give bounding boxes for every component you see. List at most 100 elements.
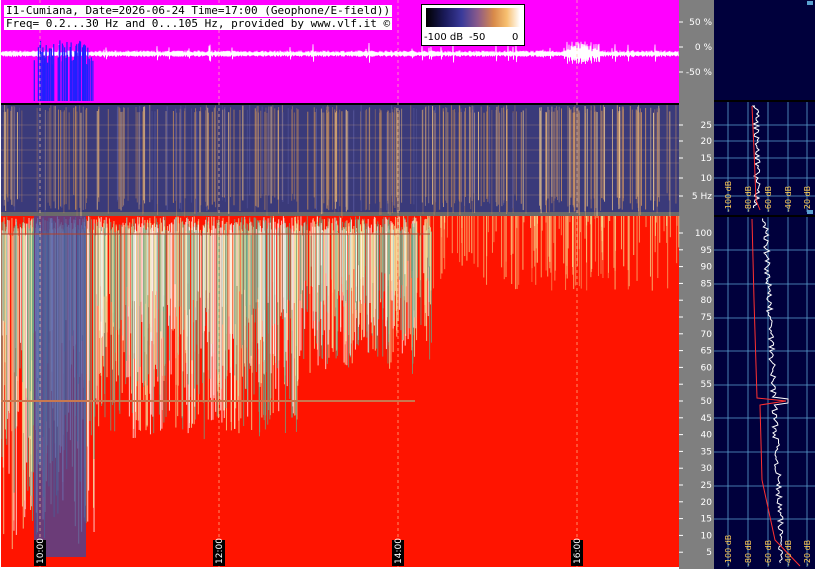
high-band-y-tick-label: 100 bbox=[695, 229, 712, 239]
high-band-texture bbox=[200, 235, 202, 349]
waveform-y-tick-label: 0 % bbox=[695, 43, 713, 53]
high-band-texture bbox=[325, 229, 327, 370]
high-band-texture bbox=[261, 228, 263, 337]
low-band-texture bbox=[85, 107, 87, 203]
high-band-texture bbox=[139, 232, 141, 367]
high-band-texture bbox=[230, 223, 232, 402]
low-band-texture bbox=[391, 112, 393, 214]
high-band-texture bbox=[654, 216, 656, 236]
low-band-texture bbox=[512, 112, 514, 209]
low-band-texture bbox=[640, 112, 642, 206]
waveform-burst bbox=[46, 62, 49, 101]
colorbar-tick: -100 dB bbox=[424, 32, 464, 43]
high-band-texture bbox=[371, 233, 373, 334]
high-band-texture bbox=[579, 216, 581, 233]
high-band-texture bbox=[213, 226, 215, 399]
low-band-texture bbox=[401, 108, 403, 203]
high-band-texture bbox=[162, 216, 164, 307]
high-band-y-tick-label: 30 bbox=[701, 464, 713, 474]
low-band-texture bbox=[654, 109, 656, 201]
high-band-texture bbox=[6, 216, 8, 445]
low-band-texture bbox=[54, 105, 56, 209]
high-band-texture bbox=[135, 229, 137, 412]
low-band-texture bbox=[458, 105, 460, 201]
high-band-texture bbox=[196, 224, 198, 345]
time-label: 10:00 bbox=[36, 538, 46, 564]
high-band-texture bbox=[666, 216, 668, 243]
high-band-y-tick-label: 15 bbox=[701, 515, 712, 525]
low-band-texture bbox=[560, 108, 562, 202]
low-band-texture bbox=[586, 108, 588, 207]
low-band-texture bbox=[570, 109, 572, 198]
waveform-burst bbox=[88, 58, 90, 101]
low-band-texture bbox=[154, 111, 156, 212]
high-band-texture bbox=[306, 230, 308, 287]
low-band-texture bbox=[233, 109, 235, 206]
high-band-texture bbox=[335, 217, 337, 311]
high-band-texture bbox=[590, 216, 592, 278]
colorbar-tick: -50 bbox=[469, 32, 486, 43]
high-band-texture bbox=[516, 216, 518, 229]
high-band-y-tick-label: 70 bbox=[701, 330, 713, 340]
low-band-texture bbox=[547, 106, 549, 199]
low-band-texture bbox=[489, 106, 491, 204]
high-band-texture bbox=[396, 230, 398, 331]
low-band-texture bbox=[398, 110, 400, 212]
low-band-texture bbox=[49, 107, 51, 206]
low-band-texture bbox=[214, 108, 216, 202]
high-band-texture bbox=[105, 235, 107, 323]
low-band-y-tick-label: 25 bbox=[701, 121, 712, 131]
high-band-texture bbox=[345, 230, 347, 281]
high-band-texture bbox=[282, 216, 284, 310]
colorbar-tick: 0 bbox=[512, 32, 519, 43]
low-band-texture bbox=[61, 111, 63, 208]
high-band-texture bbox=[263, 217, 265, 374]
low-band-texture bbox=[291, 109, 293, 201]
high-band-texture bbox=[440, 216, 442, 228]
high-band-texture bbox=[132, 233, 134, 438]
frequency-info: Freq= 0.2...30 Hz and 0...105 Hz, provid… bbox=[4, 17, 393, 30]
high-band-texture bbox=[185, 230, 187, 363]
high-band-low-noise-region bbox=[34, 216, 86, 557]
low-band-texture bbox=[58, 109, 60, 210]
high-band-texture bbox=[179, 223, 181, 307]
waveform-burst bbox=[53, 44, 55, 101]
high-band-texture bbox=[125, 226, 127, 385]
high-band-texture bbox=[129, 222, 131, 377]
corner-marker bbox=[807, 210, 813, 214]
high-band-texture bbox=[545, 216, 547, 271]
low-band-texture bbox=[497, 105, 499, 205]
high-band-texture bbox=[280, 225, 282, 317]
high-band-texture bbox=[584, 216, 586, 239]
waveform-burst bbox=[72, 59, 74, 101]
low-band-texture bbox=[205, 105, 207, 207]
spectrogram-figure: 50 % 0 % -50 % 25 20 15 10 5 Hz 10:00 12:00 14:00 1… bbox=[0, 0, 815, 569]
low-band-texture bbox=[413, 108, 415, 205]
low-band-texture bbox=[122, 111, 124, 207]
low-band-texture bbox=[491, 109, 493, 215]
low-band-texture bbox=[622, 108, 624, 199]
low-band-texture bbox=[60, 110, 62, 207]
low-band-texture bbox=[379, 108, 381, 216]
low-band-texture bbox=[123, 107, 125, 199]
high-band-texture bbox=[414, 223, 416, 318]
high-band-texture bbox=[578, 216, 580, 287]
high-band-texture bbox=[603, 216, 605, 228]
high-band-spectrum-db-label: -80 dB bbox=[744, 540, 753, 566]
high-band-texture bbox=[236, 222, 238, 286]
waveform-burst bbox=[70, 42, 72, 101]
high-band-texture bbox=[352, 229, 354, 341]
high-band-spectrum-db-label: -20 dB bbox=[803, 540, 812, 566]
low-band-texture bbox=[217, 111, 219, 212]
low-band-texture bbox=[118, 106, 120, 210]
high-band-texture bbox=[609, 216, 611, 222]
low-band-spectrum-db-label: -80 dB bbox=[744, 186, 753, 212]
low-band-texture bbox=[127, 107, 129, 201]
high-band-texture bbox=[287, 226, 289, 300]
high-band-texture bbox=[461, 216, 463, 229]
high-band-texture bbox=[151, 224, 153, 292]
high-band-texture bbox=[620, 216, 622, 250]
low-band-texture bbox=[468, 106, 470, 204]
high-band-y-tick-label: 25 bbox=[701, 481, 712, 491]
high-band-texture bbox=[117, 230, 119, 376]
